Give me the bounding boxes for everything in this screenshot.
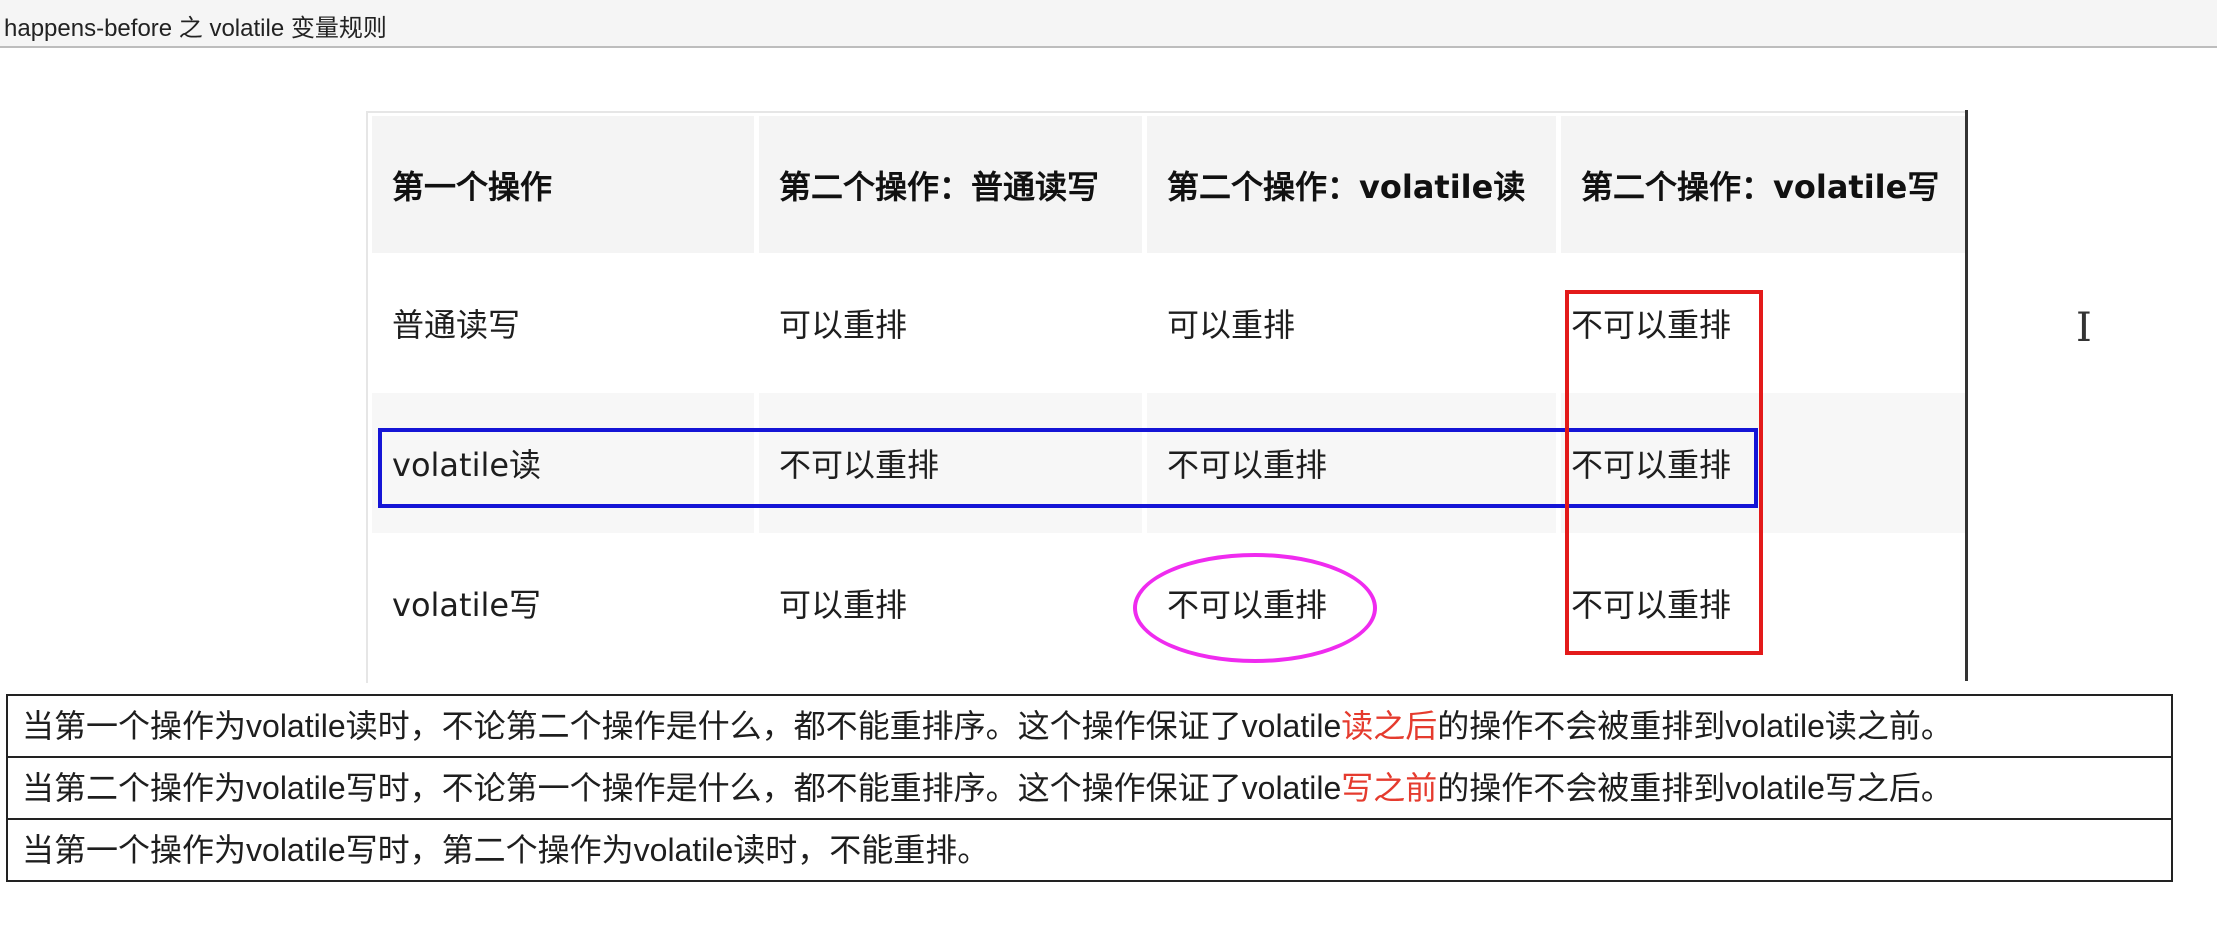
rule-note-1: 当第一个操作为volatile读时，不论第二个操作是什么，都不能重排序。这个操作… — [8, 696, 2171, 758]
header-second-op-volatile-write: 第二个操作：volatile写 — [1561, 116, 1965, 253]
table-cell: 可以重排 — [759, 533, 1142, 673]
note-text: 读时，不能重排。 — [733, 831, 990, 869]
header-first-op: 第一个操作 — [372, 116, 754, 253]
note-text: 当第二个操作为 — [22, 769, 247, 807]
note-text: 写时，不论第一个操作是什么，都不能重排序。这个操作保证了 — [345, 769, 1242, 807]
row-label: volatile写 — [372, 533, 754, 673]
note-text: 当第一个操作为 — [22, 831, 247, 869]
table-cell: 可以重排 — [1147, 253, 1556, 393]
note-keyword: volatile — [633, 832, 734, 868]
note-text: 写之后。 — [1824, 769, 1953, 807]
page-title: happens-before 之 volatile 变量规则 — [4, 15, 387, 42]
note-text: 的操作不会被重排到 — [1437, 769, 1726, 807]
note-keyword: volatile — [246, 770, 346, 806]
rule-note-2: 当第二个操作为volatile写时，不论第一个操作是什么，都不能重排序。这个操作… — [8, 758, 2171, 820]
note-text: 读之前。 — [1824, 707, 1953, 745]
note-text: 的操作不会被重排到 — [1437, 707, 1726, 745]
volatile-write-column-highlight — [1565, 290, 1763, 655]
note-keyword: volatile — [246, 708, 346, 744]
row-label: 普通读写 — [372, 253, 754, 393]
note-text: 写时，第二个操作为 — [345, 831, 634, 869]
header-second-op-normal: 第二个操作：普通读写 — [759, 116, 1142, 253]
volatile-read-row-highlight — [378, 428, 1758, 508]
note-keyword: volatile — [1725, 708, 1825, 744]
text-cursor-icon: I — [2076, 305, 2092, 351]
note-text: 读时，不论第二个操作是什么，都不能重排序。这个操作保证了 — [345, 707, 1242, 745]
note-keyword: volatile — [246, 832, 346, 868]
rule-note-3: 当第一个操作为volatile写时，第二个操作为volatile读时，不能重排。 — [8, 820, 2171, 882]
note-keyword: volatile — [1241, 708, 1342, 744]
note-highlight: 读之后 — [1341, 707, 1438, 745]
table-cell: 可以重排 — [759, 253, 1142, 393]
table-header-row: 第一个操作 第二个操作：普通读写 第二个操作：volatile读 第二个操作：v… — [372, 116, 1965, 253]
title-bar: happens-before 之 volatile 变量规则 — [0, 0, 2217, 48]
note-keyword: volatile — [1241, 770, 1342, 806]
note-highlight: 写之前 — [1341, 769, 1438, 807]
note-keyword: volatile — [1725, 770, 1825, 806]
write-read-cell-ellipse — [1133, 553, 1377, 663]
rule-notes-box: 当第一个操作为volatile读时，不论第二个操作是什么，都不能重排序。这个操作… — [6, 694, 2173, 882]
header-second-op-volatile-read: 第二个操作：volatile读 — [1147, 116, 1556, 253]
note-text: 当第一个操作为 — [22, 707, 247, 745]
